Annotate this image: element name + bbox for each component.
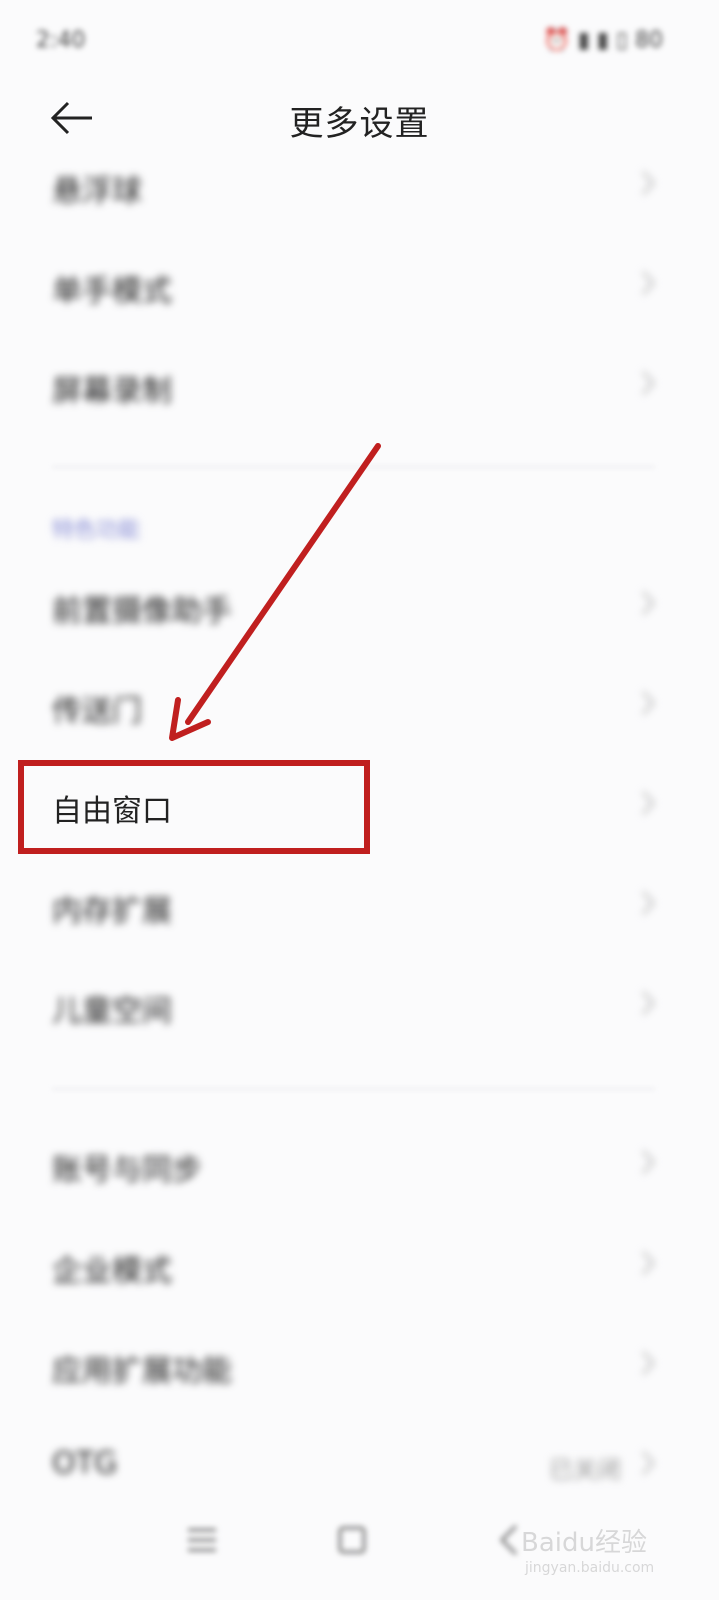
settings-item-floating-ball[interactable]: 悬浮球 [0,138,719,238]
settings-item-app-extensions[interactable]: 应用扩展功能 [0,1318,719,1418]
settings-item-memory-extension[interactable]: 内存扩展 [0,858,719,958]
item-label: 悬浮球 [52,174,142,209]
settings-item-enterprise-mode[interactable]: 企业模式 [0,1218,719,1318]
status-time: 2:40 [36,28,86,53]
chevron-right-icon [642,171,655,195]
settings-item-otg[interactable]: OTG 已关闭 [0,1418,719,1518]
settings-item-portal[interactable]: 传送门 [0,658,719,758]
divider [52,1088,655,1090]
home-icon[interactable] [332,1520,372,1560]
item-label: 应用扩展功能 [52,1354,232,1389]
divider [52,466,655,468]
chevron-right-icon [642,591,655,615]
section-label: 特色功能 [52,518,141,543]
chevron-right-icon [642,991,655,1015]
item-label: 屏幕录制 [52,374,172,409]
settings-item-kids-space[interactable]: 儿童空间 [0,958,719,1058]
item-label: 单手模式 [52,274,172,309]
chevron-right-icon [642,1150,655,1174]
status-icons: ⏰ ▮ ▮ ▯ 80 [543,28,663,53]
chevron-right-icon [642,791,655,815]
chevron-right-icon [642,1351,655,1375]
settings-item-account-sync[interactable]: 账号与同步 [0,1117,719,1217]
chevron-right-icon [642,891,655,915]
item-label: 前置摄像助手 [52,594,232,629]
chevron-right-icon [642,371,655,395]
watermark: Baidu经验 jingyan.baidu.com [521,1522,691,1582]
highlight-box [18,760,370,854]
menu-icon[interactable] [182,1520,222,1560]
watermark-url: jingyan.baidu.com [525,1560,655,1576]
chevron-right-icon [642,271,655,295]
item-label: 儿童空间 [52,994,172,1029]
chevron-right-icon [642,691,655,715]
settings-item-screen-recording[interactable]: 屏幕录制 [0,338,719,438]
chevron-right-icon [642,1251,655,1275]
status-bar: 2:40 ⏰ ▮ ▮ ▯ 80 [36,28,663,58]
item-label: 账号与同步 [52,1153,202,1188]
item-label: 企业模式 [52,1254,172,1289]
watermark-logo: Baidu经验 [521,1528,647,1558]
item-label: OTG [52,1446,118,1481]
settings-item-one-hand-mode[interactable]: 单手模式 [0,238,719,338]
item-label: 传送门 [52,694,142,729]
chevron-right-icon [642,1451,655,1475]
item-label: 内存扩展 [52,894,172,929]
item-value: 已关闭 [549,1456,621,1484]
settings-item-front-camera-assistant[interactable]: 前置摄像助手 [0,558,719,658]
